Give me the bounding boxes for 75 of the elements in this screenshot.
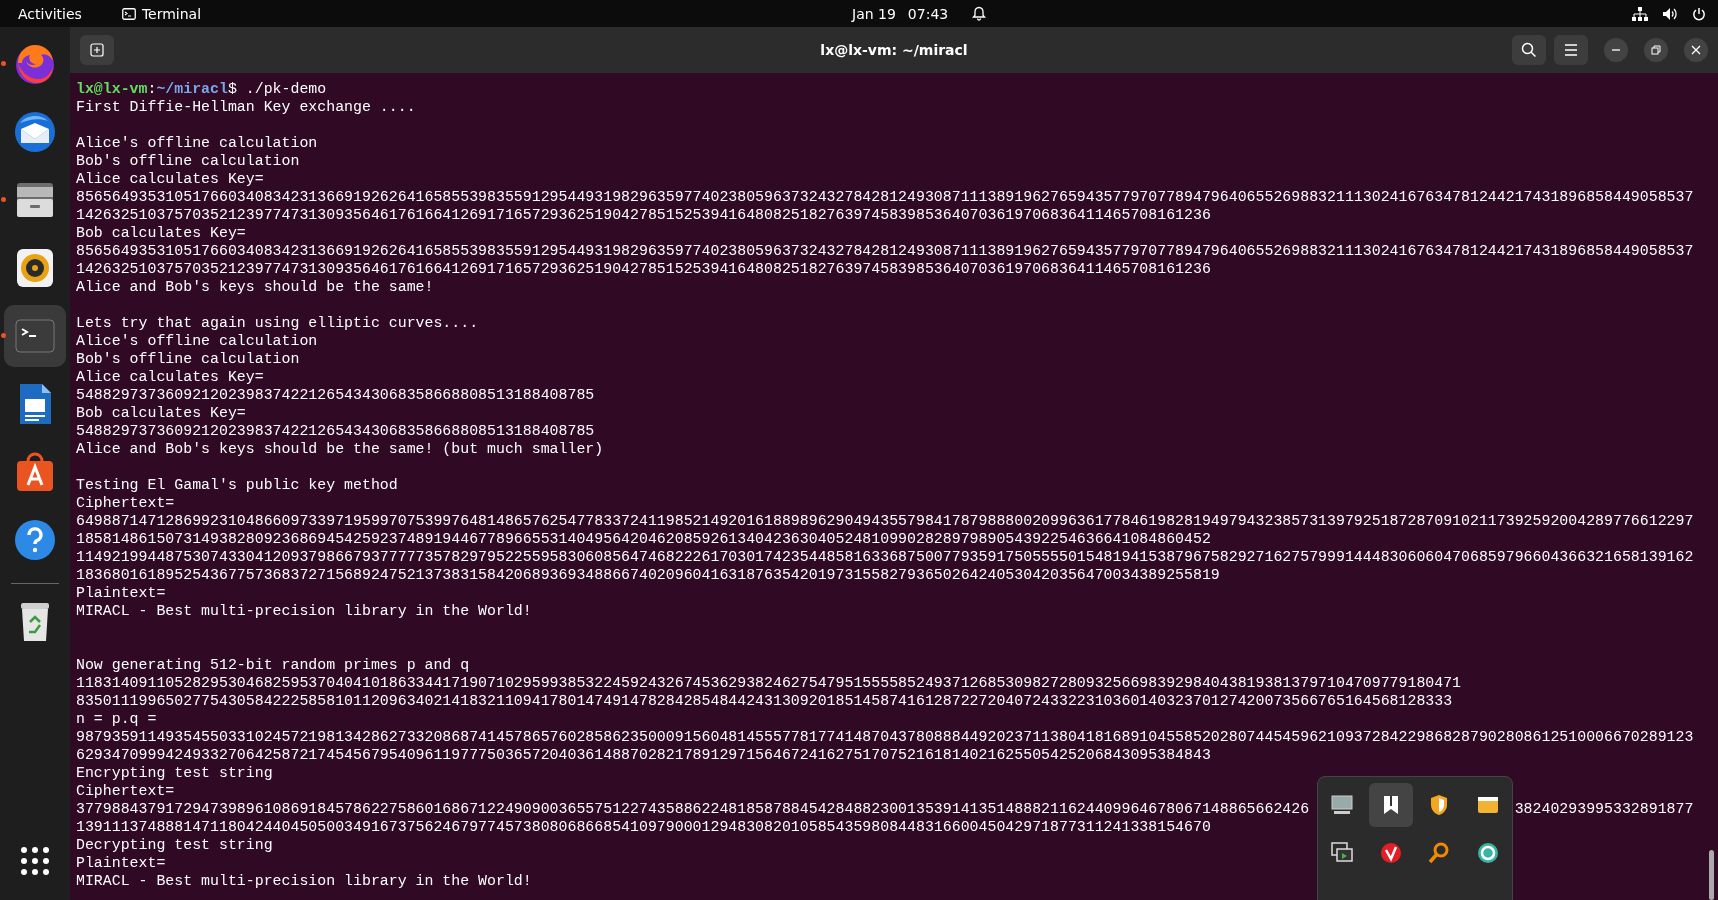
output-text: Alice's offline calculation xyxy=(76,134,318,152)
output-text: Bob's offline calculation xyxy=(76,350,300,368)
search-icon xyxy=(1521,42,1537,58)
bookmark-icon-button[interactable] xyxy=(1368,783,1413,827)
output-text: Bob's offline calculation xyxy=(76,152,300,170)
output-text: 6498871471286992310486609733971959970753997648148657625477833724119852149201618898962904943557984178798880020996361778461982819497943238573139792518728709102117392592004289776612297 xyxy=(76,512,1694,530)
prompt-line: lx@lx-vm:~/miracl$ ./pk-demo xyxy=(76,80,327,98)
output-text: 1858148615073149382809236869454259237489194467789665531404956420462085926134042363040524810990282897989054392254636641084860452 xyxy=(76,530,1211,548)
output-text: Plaintext= xyxy=(76,584,166,602)
output-text: 1426325103757035212397747313093564617616641269171657293625190427851525394164808251827639745839853640703619706836411465708161236 xyxy=(76,206,1211,224)
bird-envelope-icon xyxy=(12,109,58,155)
monitor-icon[interactable] xyxy=(1331,795,1354,815)
app-grid-icon[interactable] xyxy=(20,846,50,876)
date-text[interactable]: Jan 19 xyxy=(852,5,896,22)
restore-icon xyxy=(1651,45,1661,55)
window-icon[interactable] xyxy=(1476,796,1499,814)
output-text: Bob calculates Key= xyxy=(76,404,246,422)
output-text: Decrypting test string xyxy=(76,836,273,854)
search-button[interactable] xyxy=(1512,35,1546,65)
output-text: Testing El Gamal's public key method xyxy=(76,476,398,494)
bell-icon[interactable] xyxy=(972,6,987,21)
terminal-icon xyxy=(121,7,136,20)
output-text: Bob calculates Key= xyxy=(76,224,246,242)
output-text: Lets try that again using elliptic curves.... xyxy=(76,314,479,332)
output-text: Encrypting test string xyxy=(76,764,273,782)
maximize-button[interactable] xyxy=(1644,38,1668,62)
output-text: n = p.q = xyxy=(76,710,157,728)
output-text: 5488297373609212023983742212654343068358668808513188408785 xyxy=(76,386,595,404)
output-text: 9879359114935455033102457219813428627332086874145786576028586235000915604814555778177414870437808884492023711380418168910455852028074454596210937284229868287902808612510006670289123 xyxy=(76,728,1694,746)
output-text: First Diffie-Hellman Key exchange .... xyxy=(76,98,416,116)
output-text: MIRACL - Best multi-precision library in the World! xyxy=(76,872,532,890)
minimize-button[interactable] xyxy=(1604,38,1628,62)
window-title: lx@lx-vm: ~/miracl xyxy=(820,42,968,58)
new-tab-button[interactable] xyxy=(80,35,114,65)
output-text: 11831409110528295304682595370404101863344171907102959938532245924326745362938246275479515555852493712685309827280932566983929840438193813797104709779180471 xyxy=(76,674,1462,692)
close-button[interactable] xyxy=(1684,38,1708,62)
output-text: Ciphertext= xyxy=(76,782,175,800)
output-text: 38240293995332891877 xyxy=(1514,800,1694,818)
output-text: 8565649353105176603408342313669192626416585539835591295449319829635977402380596373243278428124930871113891962765943577970778947964065526988321113024167634781244217431896858449058537 xyxy=(76,188,1694,206)
output-text: Alice and Bob's keys should be the same! xyxy=(76,278,434,296)
menu-button[interactable] xyxy=(1554,35,1588,65)
output-text: 1426325103757035212397747313093564617616641269171657293625190427851525394164808251827639745839853640703619706836411465708161236 xyxy=(76,260,1211,278)
output-text: Ciphertext= xyxy=(76,494,175,512)
output-text: MIRACL - Best multi-precision library in the World! xyxy=(76,602,532,620)
output-text: 6293470999424933270642587217454567954096119777503657204036148870282178912971564672416275170752161814021625505425206843095384843 xyxy=(76,746,1211,764)
check-badge-icon[interactable] xyxy=(1379,842,1402,864)
question-mark-icon xyxy=(12,517,58,563)
output-text: 8565649353105176603408342313669192626416585539835591295449319829635977402380596373243278428124930871113891962765943577970778947964065526988321113024167634781244217431896858449058537 xyxy=(76,242,1694,260)
volume-icon[interactable] xyxy=(1662,6,1678,21)
magnifier-icon[interactable] xyxy=(1428,842,1451,864)
output-text: Plaintext= xyxy=(76,854,166,872)
network-icon[interactable] xyxy=(1632,6,1648,21)
scrollbar-thumb[interactable] xyxy=(1709,850,1714,900)
output-text: 1149219944875307433041209379866793777773578297952255958306085647468222617030174235448581633687500779359175055550154819415387967582927162757999144483060604706859796604366321658139162 xyxy=(76,548,1694,566)
activities-button[interactable]: Activities xyxy=(0,5,94,22)
shield-icon[interactable] xyxy=(1429,794,1450,816)
output-text: 377988437917294739896108691845786227586016867122490900365575122743588622481858788454284882300135391413514888211624409964678067148865662426 xyxy=(76,800,1310,818)
output-text: Alice's offline calculation xyxy=(76,332,318,350)
bookmark-icon xyxy=(1381,795,1400,815)
app-menu[interactable]: Terminal xyxy=(121,5,202,22)
time-text[interactable]: 07:43 xyxy=(907,5,949,22)
close-icon xyxy=(1691,45,1701,55)
ring-icon[interactable] xyxy=(1476,842,1499,864)
output-text: 1391113748881471180424404505003491673756246797745738080686685410979000129483082010585435980844831660045042971877311241338154670 xyxy=(76,818,1211,836)
plus-box-icon xyxy=(90,43,104,57)
output-text: Now generating 512-bit random primes p and q xyxy=(76,656,470,674)
output-text: 8350111996502775430584222585810112096340214183211094178014749147828428548442431309201851458741612872272040724332231036014032370127420073566765164568128333 xyxy=(76,692,1453,710)
output-text: 5488297373609212023983742212654343068358668808513188408785 xyxy=(76,422,595,440)
output-text: Alice calculates Key= xyxy=(76,368,264,386)
menu-icon xyxy=(1564,44,1578,56)
power-icon[interactable] xyxy=(1692,6,1706,21)
output-text: Alice and Bob's keys should be the same! (but much smaller) xyxy=(76,440,604,458)
output-text: Alice calculates Key= xyxy=(76,170,264,188)
screens-icon[interactable] xyxy=(1331,842,1354,864)
output-text: 18368016189525436775736837271568924752137383158420689369348866740209604163187635420197315582793650264240530420356470034389255819 xyxy=(76,566,1220,584)
